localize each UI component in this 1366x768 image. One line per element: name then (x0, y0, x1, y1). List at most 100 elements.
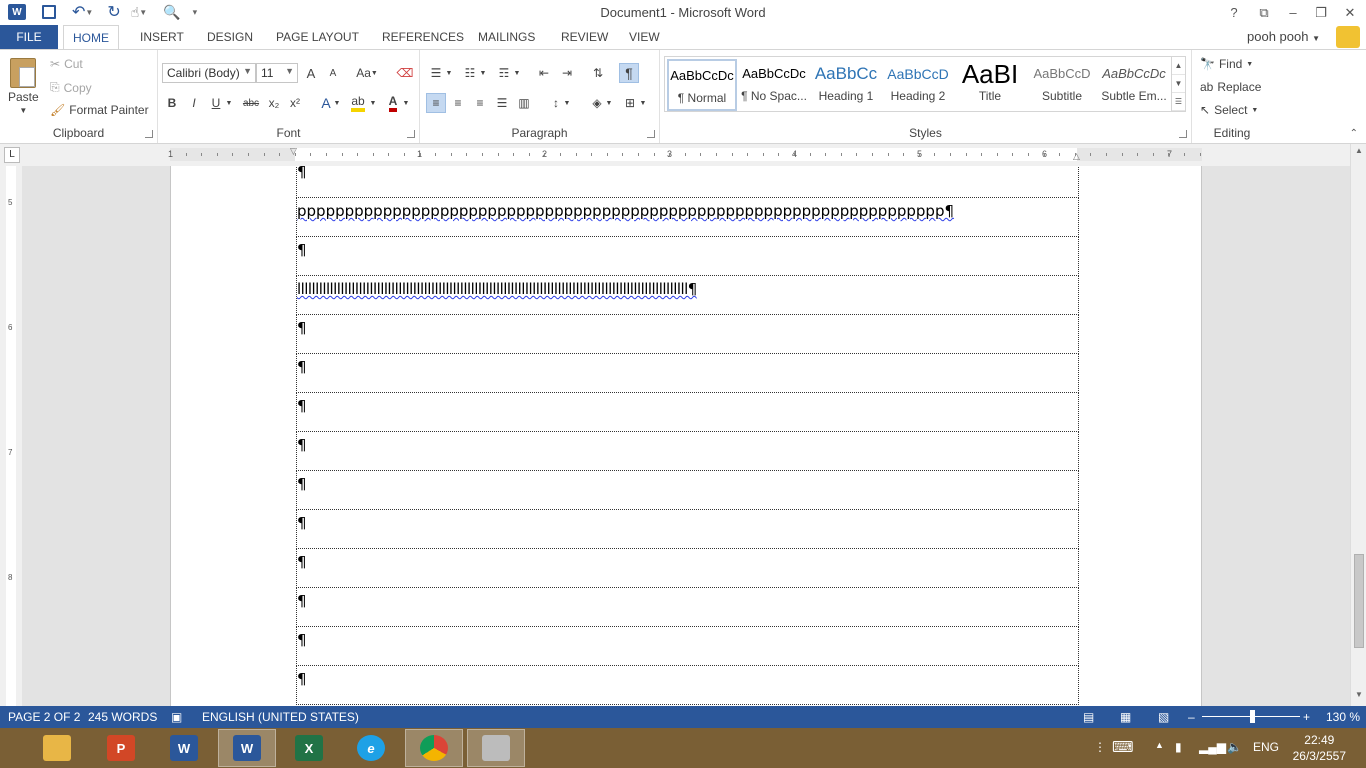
text-effects-dropdown-icon[interactable]: ▼ (332, 93, 342, 113)
tab-references[interactable]: REFERENCES (373, 25, 473, 50)
clipboard-launcher-icon[interactable] (145, 130, 153, 138)
align-left-icon[interactable]: ≡ (426, 93, 446, 113)
proofing-icon[interactable]: ▣ (171, 710, 182, 724)
font-launcher-icon[interactable] (407, 130, 415, 138)
table-row[interactable]: ¶ (296, 510, 1079, 549)
table-row[interactable]: ¶ (296, 666, 1079, 705)
table-row[interactable]: ¶ (296, 432, 1079, 471)
clock[interactable]: 22:49 26/3/2557 (1293, 732, 1346, 764)
zoom-out-button[interactable]: – (1188, 710, 1195, 724)
highlight-icon[interactable]: ab (348, 93, 368, 113)
table-row[interactable]: ¶ (296, 166, 1079, 198)
gallery-more-icon[interactable]: ☰ (1172, 93, 1185, 111)
zoom-in-button[interactable]: + (1303, 710, 1310, 724)
bold-button[interactable]: B (162, 93, 182, 113)
bullets-dropdown-icon[interactable]: ▼ (444, 63, 454, 83)
style-title[interactable]: AaBI Title (955, 59, 1025, 111)
strikethrough-button[interactable]: abc (240, 93, 262, 113)
justify-icon[interactable]: ☰ (492, 93, 512, 113)
clear-formatting-icon[interactable]: ⌫ (395, 63, 415, 83)
underline-button[interactable]: U (206, 93, 226, 113)
help-icon[interactable]: ? (1220, 0, 1248, 25)
table-row[interactable]: ¶ (296, 237, 1079, 276)
tab-mailings[interactable]: MAILINGS (469, 25, 544, 50)
taskbar-app-red[interactable]: P (92, 729, 150, 767)
change-case-button[interactable]: Aa ▼ (353, 63, 381, 83)
copy-button[interactable]: ⎘ Copy (50, 80, 92, 95)
tray-expand-icon[interactable]: ▲ (1155, 740, 1164, 750)
grow-font-button[interactable]: A (301, 63, 321, 83)
decrease-indent-icon[interactable]: ⇤ (534, 63, 554, 83)
multilevel-list-icon[interactable]: ☶ (494, 63, 514, 83)
taskbar-internet-explorer[interactable]: e (342, 729, 400, 767)
line-spacing-dropdown-icon[interactable]: ▼ (562, 93, 572, 113)
taskbar-word[interactable]: W (155, 729, 213, 767)
input-language[interactable]: ENG (1253, 740, 1279, 754)
page-count[interactable]: PAGE 2 OF 2 (8, 710, 80, 724)
paste-button[interactable]: Paste ▼ (8, 58, 39, 115)
language-status[interactable]: ENGLISH (UNITED STATES) (202, 710, 359, 724)
font-size-select[interactable]: 11 ▼ (256, 63, 298, 83)
highlight-dropdown-icon[interactable]: ▼ (368, 93, 378, 113)
ribbon-display-options-icon[interactable]: ⧉ (1250, 0, 1278, 25)
bullets-icon[interactable]: ☰ (426, 63, 446, 83)
read-mode-icon[interactable]: ▤ (1083, 710, 1094, 724)
column-distribute-icon[interactable]: ▥ (514, 93, 534, 113)
styles-launcher-icon[interactable] (1179, 130, 1187, 138)
shrink-font-button[interactable]: A (323, 63, 343, 83)
tab-view[interactable]: VIEW (620, 25, 669, 50)
collapse-ribbon-icon[interactable]: ⌃ (1350, 128, 1358, 139)
table-row[interactable]: ¶ (296, 588, 1079, 627)
style-no-spacing[interactable]: AaBbCcDc ¶ No Spac... (739, 59, 809, 111)
scroll-up-icon[interactable]: ▲ (1351, 146, 1366, 160)
scroll-thumb[interactable] (1354, 554, 1364, 648)
vertical-ruler[interactable]: 5 6 7 8 (0, 166, 22, 706)
table-row[interactable]: llllllllllllllllllllllllllllllllllllllll… (296, 276, 1079, 315)
font-family-select[interactable]: Calibri (Body) ▼ (162, 63, 256, 83)
italic-button[interactable]: I (184, 93, 204, 113)
tab-insert[interactable]: INSERT (131, 25, 193, 50)
increase-indent-icon[interactable]: ⇥ (557, 63, 577, 83)
vertical-scrollbar[interactable]: ▲ ▼ (1350, 144, 1366, 706)
paragraph-launcher-icon[interactable] (647, 130, 655, 138)
web-layout-icon[interactable]: ▧ (1158, 710, 1169, 724)
table-row[interactable]: ¶ (296, 354, 1079, 393)
style-subtitle[interactable]: AaBbCcD Subtitle (1027, 59, 1097, 111)
font-color-button[interactable]: A (383, 93, 403, 113)
table-row[interactable]: ¶ (296, 471, 1079, 510)
horizontal-ruler[interactable]: 1 1 2 3 4 5 6 7 ▽ △ (168, 146, 1202, 161)
numbering-icon[interactable]: ☷ (460, 63, 480, 83)
zoom-slider-thumb[interactable] (1250, 710, 1255, 723)
document-page[interactable]: ¶ pppppppppppppppppppppppppppppppppppppp… (170, 166, 1202, 706)
multilevel-dropdown-icon[interactable]: ▼ (512, 63, 522, 83)
table-row[interactable]: pppppppppppppppppppppppppppppppppppppppp… (296, 198, 1079, 237)
align-center-icon[interactable]: ≡ (448, 93, 468, 113)
print-layout-icon[interactable]: ▦ (1120, 710, 1131, 724)
table-row[interactable]: ¶ (296, 393, 1079, 432)
font-color-dropdown-icon[interactable]: ▼ (401, 93, 411, 113)
power-icon[interactable]: ▮ (1175, 740, 1182, 754)
show-desktop-grip-icon[interactable]: ⋮ (1094, 740, 1106, 754)
taskbar-chrome[interactable] (405, 729, 463, 767)
style-heading-2[interactable]: AaBbCcD Heading 2 (883, 59, 953, 111)
tab-design[interactable]: DESIGN (198, 25, 262, 50)
style-normal[interactable]: AaBbCcDc ¶ Normal (667, 59, 737, 111)
table-row[interactable]: ¶ (296, 549, 1079, 588)
select-button[interactable]: ↖ Select ▼ (1200, 103, 1258, 117)
tab-review[interactable]: REVIEW (552, 25, 617, 50)
user-name[interactable]: pooh pooh ▼ (1247, 29, 1320, 44)
scroll-down-icon[interactable]: ▼ (1351, 690, 1366, 704)
taskbar-excel[interactable]: X (280, 729, 338, 767)
avatar[interactable] (1336, 26, 1360, 48)
tab-page-layout[interactable]: PAGE LAYOUT (267, 25, 368, 50)
show-formatting-marks-button[interactable]: ¶ (619, 63, 639, 83)
taskbar-scanner[interactable] (467, 729, 525, 767)
format-painter-button[interactable]: 🖌 Format Painter (50, 103, 149, 117)
borders-dropdown-icon[interactable]: ▼ (638, 93, 648, 113)
numbering-dropdown-icon[interactable]: ▼ (478, 63, 488, 83)
signal-icon[interactable]: ▂▄▆ (1199, 740, 1226, 754)
minimize-button[interactable]: – (1279, 0, 1307, 25)
sort-icon[interactable]: ⇅ (588, 63, 608, 83)
volume-icon[interactable]: 🔈 (1227, 740, 1242, 754)
word-count[interactable]: 245 WORDS (88, 710, 157, 724)
